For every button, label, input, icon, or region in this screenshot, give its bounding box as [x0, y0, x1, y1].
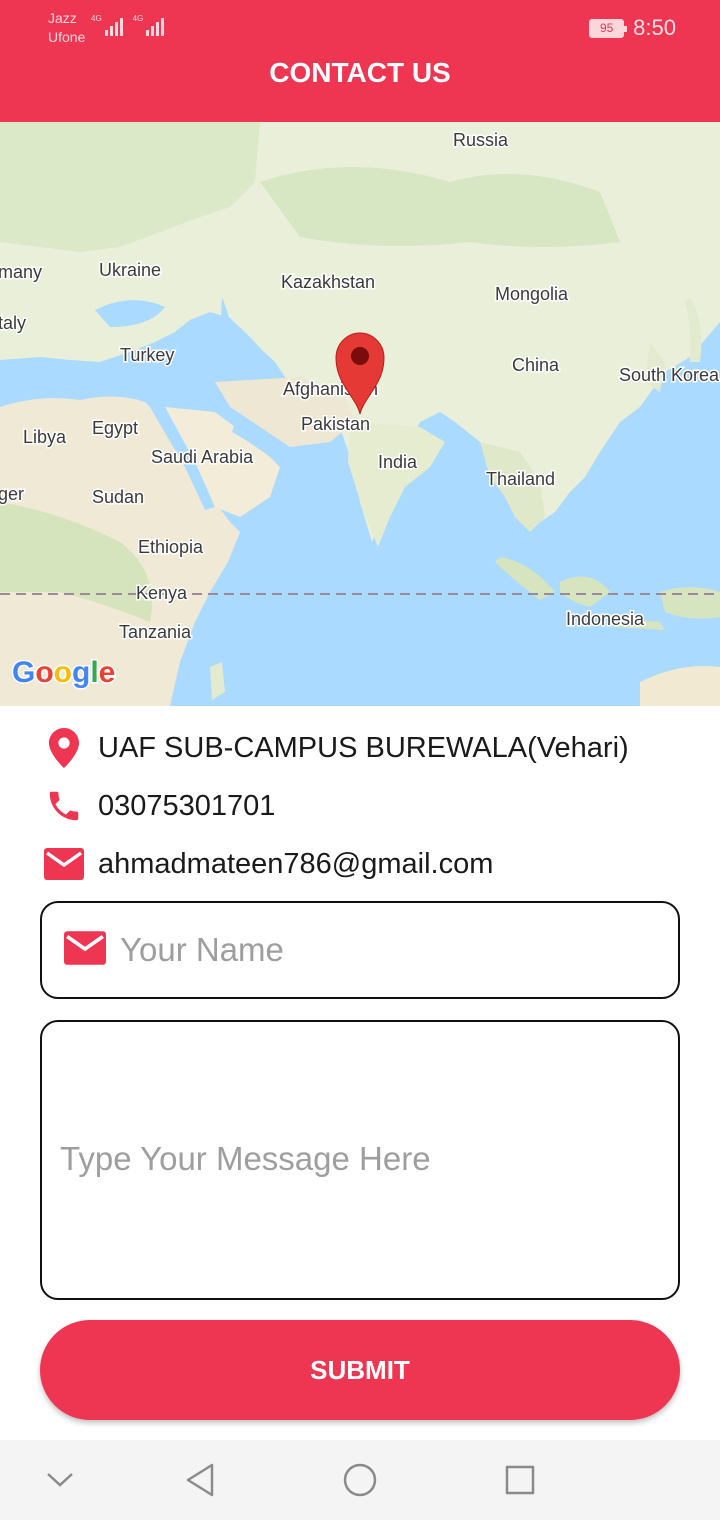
home-icon[interactable]: [340, 1460, 380, 1500]
carrier-names: Jazz Ufone: [48, 9, 85, 47]
map-label: Egypt: [92, 418, 138, 438]
map-label: South Korea: [619, 365, 720, 385]
map-label: Saudi Arabia: [151, 447, 254, 467]
map-label: Ethiopia: [138, 537, 204, 557]
battery-icon: 95: [589, 18, 628, 38]
map-label: India: [378, 452, 418, 472]
back-icon[interactable]: [180, 1460, 220, 1500]
map-label: Kazakhstan: [281, 272, 375, 292]
mail-icon: [64, 930, 106, 970]
location-icon: [44, 728, 84, 768]
email-row[interactable]: ahmadmateen786@gmail.com: [44, 844, 493, 884]
app-header: Jazz Ufone 4G 4G 95 8:50 CONTACT US: [0, 0, 720, 122]
signal-icon: 4G: [91, 14, 123, 36]
chevron-down-icon[interactable]: [40, 1460, 80, 1500]
map-view[interactable]: Russia many Ukraine Kazakhstan Mongolia …: [0, 122, 720, 706]
map-label: Pakistan: [301, 414, 370, 434]
page-title: CONTACT US: [269, 57, 451, 88]
carrier-2: Ufone: [48, 29, 86, 45]
map-label: Libya: [23, 427, 67, 447]
address-text: UAF SUB-CAMPUS BUREWALA(Vehari): [98, 731, 629, 764]
system-nav-bar: [0, 1440, 720, 1520]
recents-icon[interactable]: [500, 1460, 540, 1500]
email-text: ahmadmateen786@gmail.com: [98, 847, 494, 880]
carrier-1: Jazz: [48, 10, 77, 26]
map-label: Russia: [453, 130, 509, 150]
phone-row[interactable]: 03075301701: [44, 786, 275, 826]
message-field[interactable]: [40, 1020, 680, 1300]
clock: 8:50: [633, 15, 676, 40]
map-label: China: [512, 355, 560, 375]
map-label: Mongolia: [495, 284, 569, 304]
map-label: Thailand: [486, 469, 555, 489]
mail-icon: [44, 844, 84, 884]
map-label: Indonesia: [566, 609, 645, 629]
submit-button[interactable]: SUBMIT: [40, 1320, 680, 1420]
map-label: Turkey: [120, 345, 174, 365]
phone-text: 03075301701: [98, 789, 276, 822]
map-label: Kenya: [136, 583, 188, 603]
map-label: Sudan: [92, 487, 144, 507]
message-input[interactable]: [60, 1140, 660, 1190]
address-row: UAF SUB-CAMPUS BUREWALA(Vehari): [44, 728, 629, 768]
map-label: ger: [0, 484, 24, 504]
status-right: 95 8:50: [589, 15, 676, 41]
phone-icon: [44, 786, 84, 826]
google-logo: Google: [12, 656, 115, 689]
map-label: taly: [0, 313, 26, 333]
name-field[interactable]: [40, 901, 680, 999]
signal-icon: 4G: [133, 14, 165, 36]
map-label: many: [0, 262, 42, 282]
map-label: Tanzania: [119, 622, 192, 642]
map-label: Ukraine: [99, 260, 161, 280]
map-canvas: Russia many Ukraine Kazakhstan Mongolia …: [0, 122, 720, 706]
name-input[interactable]: [120, 931, 620, 969]
signal-indicators: 4G 4G: [91, 14, 165, 36]
